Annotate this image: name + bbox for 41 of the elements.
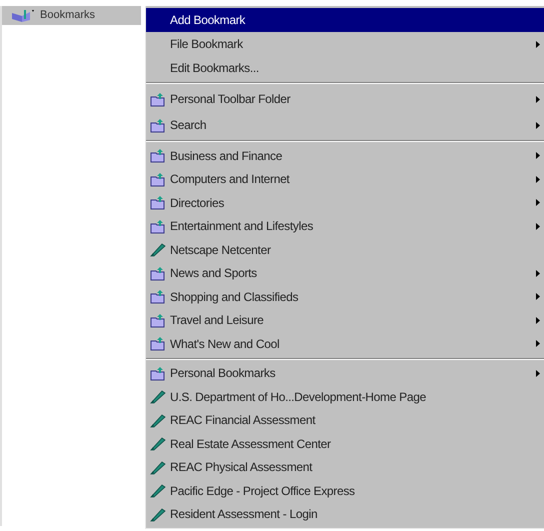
menu-item[interactable]: Shopping and Classifieds <box>146 285 544 308</box>
folder-icon <box>150 312 166 328</box>
menu-item[interactable]: Business and Finance <box>146 144 544 168</box>
menu-item[interactable]: Directories <box>146 191 544 214</box>
menu-item[interactable]: REAC Physical Assessment <box>146 456 544 479</box>
menu-item[interactable]: Real Estate Assessment Center <box>146 432 544 456</box>
quill-icon <box>150 436 166 452</box>
menu-item[interactable]: News and Sports <box>146 262 544 285</box>
folder-icon <box>150 266 166 281</box>
folder-icon <box>150 289 166 304</box>
menu-item[interactable]: REAC Financial Assessment <box>146 408 544 432</box>
menu-item[interactable]: Edit Bookmarks... <box>146 56 544 80</box>
quill-icon <box>150 506 166 522</box>
quill-icon <box>150 460 166 475</box>
bookmarks-icon <box>10 8 36 22</box>
folder-icon <box>150 336 166 352</box>
menu-item[interactable]: Computers and Internet <box>146 168 544 191</box>
menu-item[interactable]: What's New and Cool <box>146 332 544 356</box>
menu-item[interactable]: Pacific Edge - Project Office Express <box>146 479 544 502</box>
menu-item[interactable]: Personal Bookmarks <box>146 362 544 385</box>
menu-item[interactable]: Resident Assessment - Login <box>146 502 544 526</box>
menu-item[interactable]: Search <box>146 112 544 138</box>
folder-icon <box>150 148 166 164</box>
folder-icon <box>150 195 166 210</box>
menu-item[interactable]: Entertainment and Lifestyles <box>146 214 544 238</box>
menu-item[interactable]: Travel and Leisure <box>146 308 544 332</box>
menu-item[interactable]: Netscape Netcenter <box>146 238 544 262</box>
folder-icon <box>150 218 166 234</box>
quill-icon <box>150 389 166 404</box>
quill-icon <box>150 483 166 498</box>
bookmarks-button[interactable]: Bookmarks <box>2 6 141 25</box>
menu-item[interactable]: U.S. Department of Ho...Development-Home Page <box>146 385 544 408</box>
menu-item[interactable]: File Bookmark <box>146 32 544 56</box>
menu-item[interactable]: Personal Toolbar Folder <box>146 86 544 112</box>
folder-icon <box>150 366 166 381</box>
menu-item[interactable]: Add Bookmark <box>146 8 544 32</box>
folder-icon <box>150 118 166 132</box>
folder-icon <box>150 172 166 187</box>
quill-icon <box>150 242 166 258</box>
folder-icon <box>150 92 166 106</box>
quill-icon <box>150 412 166 428</box>
